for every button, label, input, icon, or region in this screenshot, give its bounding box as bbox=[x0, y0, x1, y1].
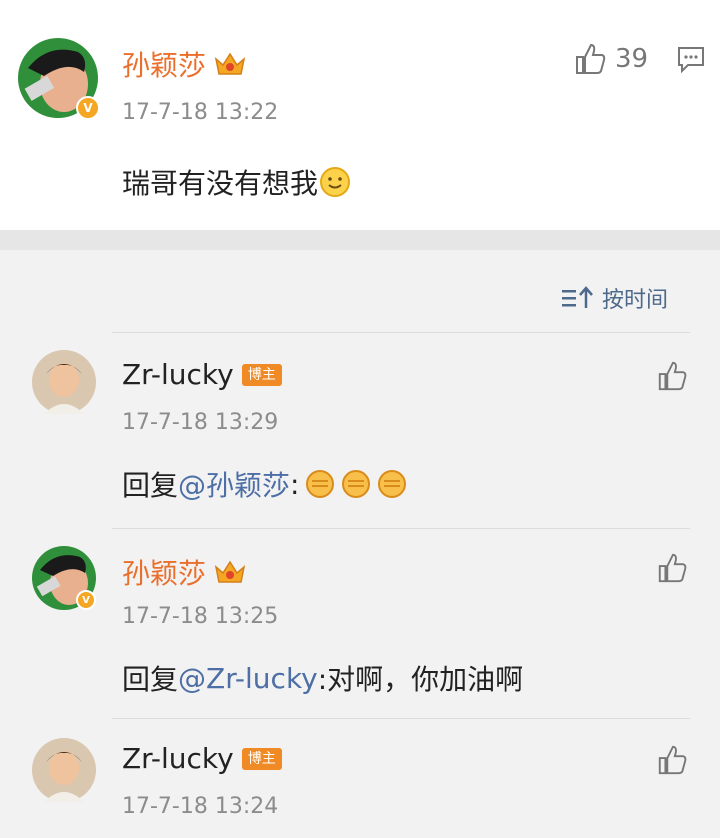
like-button[interactable] bbox=[656, 552, 688, 584]
verified-icon: V bbox=[76, 590, 96, 610]
avatar-image bbox=[32, 738, 96, 802]
avatar-image bbox=[32, 350, 96, 414]
avatar[interactable] bbox=[32, 350, 96, 414]
comment-body: :对啊，你加油啊 bbox=[317, 663, 524, 696]
avatar[interactable] bbox=[32, 738, 96, 802]
thumbs-up-icon bbox=[576, 43, 606, 74]
comment-text: 回复 @孙颖莎 : bbox=[122, 464, 411, 504]
sort-icon bbox=[561, 286, 593, 308]
sort-label: 按时间 bbox=[601, 288, 668, 313]
reply-prefix: 回复 bbox=[122, 663, 179, 696]
comment-body: : bbox=[290, 467, 300, 501]
host-badge: 博主 bbox=[241, 747, 282, 770]
comment-text: 回复 @Zr-lucky :对啊，你加油啊 bbox=[122, 658, 523, 698]
comment-icon[interactable] bbox=[676, 44, 706, 78]
thumbs-up-icon bbox=[658, 745, 687, 775]
crown-icon bbox=[214, 52, 246, 75]
mention-link[interactable]: @Zr-lucky bbox=[178, 662, 318, 695]
comment-separator bbox=[112, 528, 690, 529]
section-divider bbox=[0, 230, 720, 250]
fist-emoji-icon bbox=[306, 470, 407, 498]
author-name[interactable]: 孙颖莎 bbox=[122, 44, 206, 84]
comment-time: 17-7-18 13:29 bbox=[122, 410, 279, 435]
like-button[interactable] bbox=[656, 744, 688, 776]
sort-by-time-button[interactable]: 按时间 bbox=[560, 282, 668, 314]
post-card: V 孙颖莎 17-7-18 13:22 39 瑞哥有没有想我 bbox=[0, 0, 720, 230]
comment-item: Zr-lucky 博主 17-7-18 13:29 回复 @孙颖莎 : bbox=[0, 332, 720, 528]
post-time: 17-7-18 13:22 bbox=[122, 100, 279, 125]
post-text: 瑞哥有没有想我 bbox=[122, 162, 352, 202]
comment-time: 17-7-18 13:24 bbox=[122, 794, 279, 819]
smile-emoji-icon bbox=[320, 167, 351, 197]
like-count: 39 bbox=[615, 44, 649, 74]
thumbs-up-icon bbox=[658, 361, 687, 391]
comment-author[interactable]: Zr-lucky bbox=[122, 742, 234, 775]
comment-item: V 孙颖莎 17-7-18 13:25 回复 @Zr-lucky :对啊，你加油… bbox=[0, 528, 720, 718]
comment-item: Zr-lucky 博主 17-7-18 13:24 bbox=[0, 718, 720, 838]
thumbs-up-icon bbox=[658, 553, 687, 583]
avatar[interactable]: V bbox=[32, 546, 96, 610]
like-button[interactable]: 39 bbox=[573, 42, 648, 76]
sort-bar: 按时间 bbox=[0, 250, 720, 332]
avatar[interactable]: V bbox=[18, 38, 100, 120]
verified-icon: V bbox=[76, 96, 100, 120]
post-text-content: 瑞哥有没有想我 bbox=[122, 167, 319, 200]
reply-prefix: 回复 bbox=[122, 469, 179, 502]
comment-time: 17-7-18 13:25 bbox=[122, 604, 279, 629]
comment-separator bbox=[112, 718, 690, 719]
comment-author[interactable]: Zr-lucky bbox=[122, 358, 234, 391]
like-button[interactable] bbox=[656, 360, 688, 392]
host-badge: 博主 bbox=[241, 363, 282, 386]
comment-separator bbox=[112, 332, 690, 333]
mention-link[interactable]: @孙颖莎 bbox=[178, 464, 290, 504]
comment-author[interactable]: 孙颖莎 bbox=[122, 552, 206, 592]
crown-icon bbox=[214, 560, 246, 583]
